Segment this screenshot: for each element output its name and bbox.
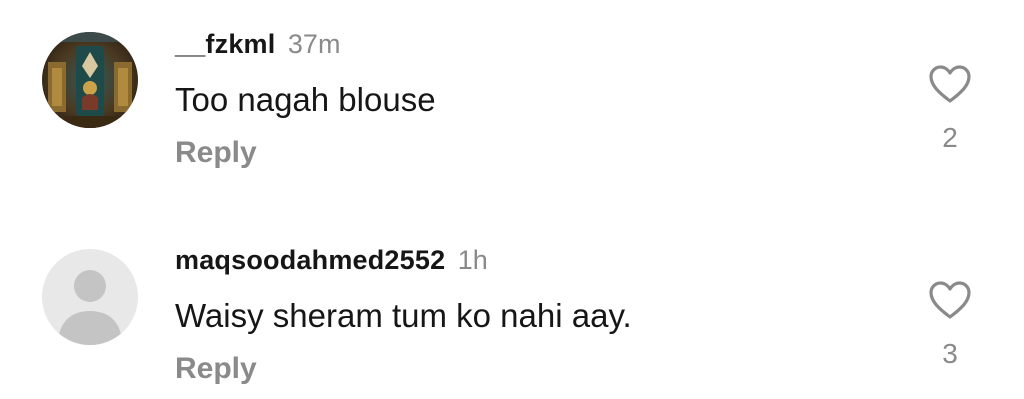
comment-header: maqsoodahmed2552 1h xyxy=(175,242,488,278)
like-control: 2 xyxy=(920,64,980,154)
avatar[interactable] xyxy=(42,32,138,128)
avatar-photo-icon xyxy=(42,32,138,128)
timestamp: 1h xyxy=(457,245,488,275)
default-person-avatar-icon xyxy=(42,249,138,345)
like-count: 3 xyxy=(942,338,958,369)
reply-button[interactable]: Reply xyxy=(175,351,257,387)
heart-outline-icon[interactable] xyxy=(928,64,972,104)
username[interactable]: __fzkml xyxy=(175,29,275,59)
comment-item: maqsoodahmed2552 1h Waisy sheram tum ko … xyxy=(0,216,1024,386)
like-count: 2 xyxy=(942,122,958,153)
comment-header: __fzkml 37m xyxy=(175,26,340,62)
comment-item: __fzkml 37m Too nagah blouse Reply 2 xyxy=(0,0,1024,170)
like-control: 3 xyxy=(920,280,980,370)
username[interactable]: maqsoodahmed2552 xyxy=(175,245,445,275)
comment-text: Waisy sheram tum ko nahi aay. xyxy=(175,297,632,334)
reply-button[interactable]: Reply xyxy=(175,135,257,171)
avatar[interactable] xyxy=(42,249,138,345)
comment-text: Too nagah blouse xyxy=(175,81,436,118)
heart-outline-icon[interactable] xyxy=(928,280,972,320)
timestamp: 37m xyxy=(287,29,341,59)
